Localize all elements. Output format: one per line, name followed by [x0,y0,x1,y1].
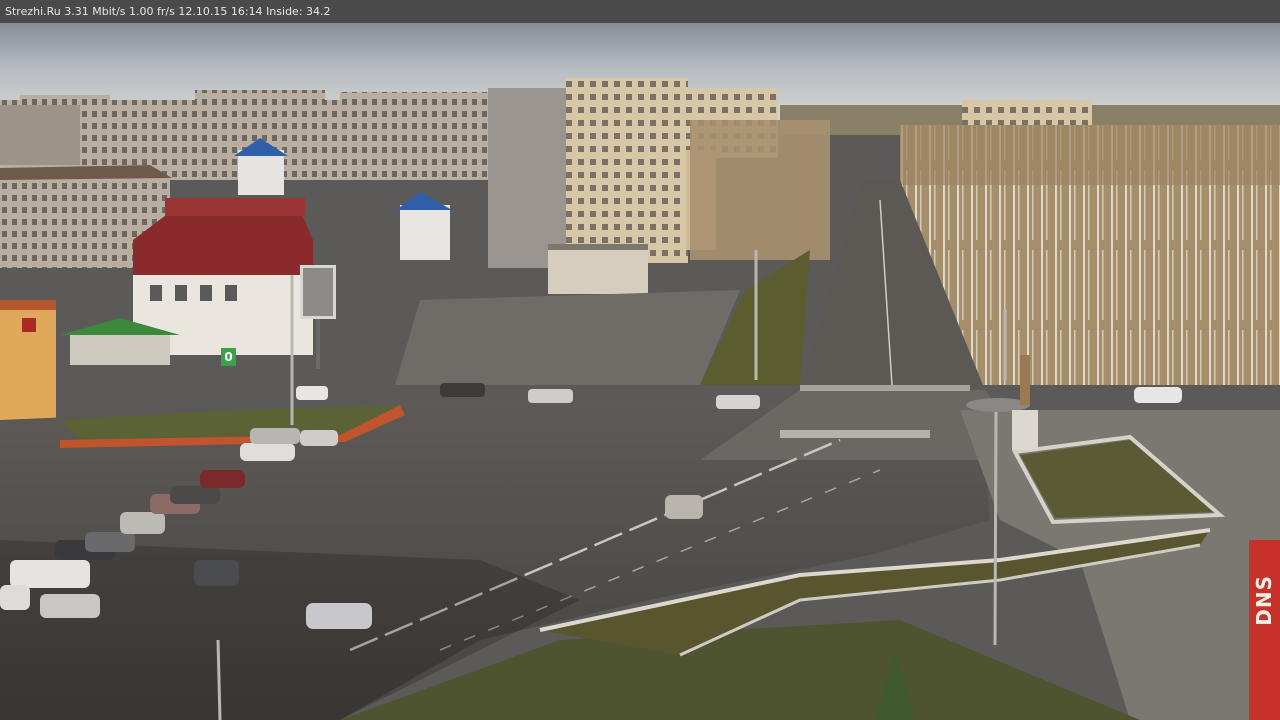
tree-mass-center [690,120,830,260]
dns-store-sign-text: DNS [1252,575,1276,626]
shop-orange-facade [0,300,56,425]
camera-osd-bar: Strezhi.Ru 3.31 Mbit/s 1.00 fr/s 12.10.1… [0,0,1280,23]
pedestrian-plaza [395,290,740,385]
dns-store-sign [1249,540,1280,720]
route-sign: 0 [221,348,236,366]
monument-pedestal [1012,410,1038,450]
osd-site: Strezhi.Ru [5,5,61,18]
osd-inside-label: Inside: [266,5,303,18]
osd-date: 12.10.15 [178,5,228,18]
car-dark-lower [194,560,239,586]
city-square-scene [0,0,1280,720]
osd-time: 16:14 [230,5,263,18]
crosswalk-2 [800,385,970,391]
tree-mass-right-shade [900,125,1280,185]
osd-bitrate: 3.31 Mbit/s [64,5,126,18]
monument-figure [1020,355,1030,405]
osd-framerate: 1.00 fr/s [129,5,175,18]
car-silver-lower [306,603,372,629]
car-center-moving [665,495,703,519]
blue-roof-kiosk [396,192,452,260]
crosswalk-1 [780,430,930,438]
webcam-frame: Strezhi.Ru 3.31 Mbit/s 1.00 fr/s 12.10.1… [0,0,1280,720]
osd-inside-value: 34.2 [306,5,331,18]
